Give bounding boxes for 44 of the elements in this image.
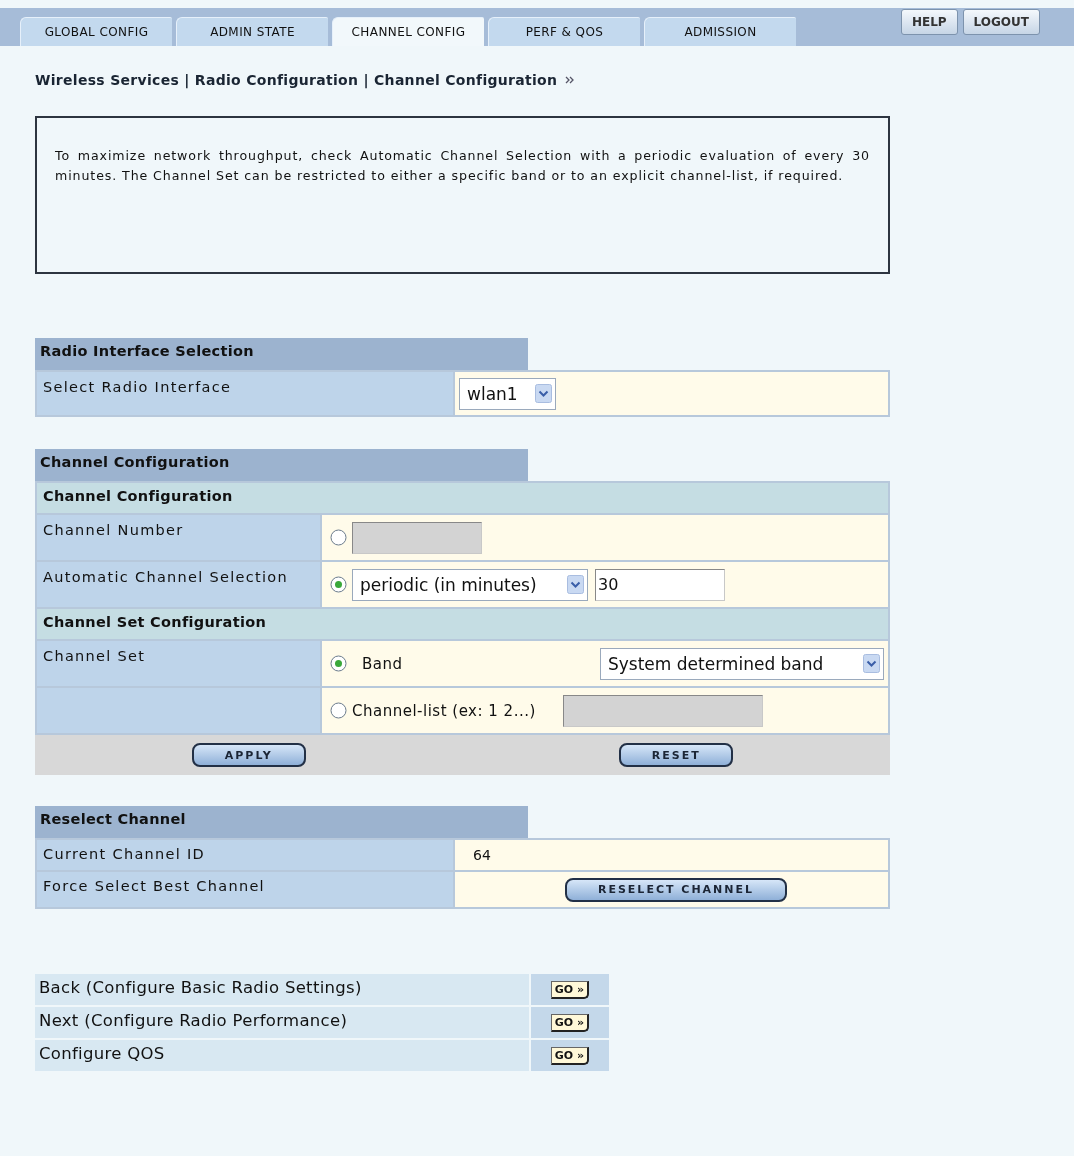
mode-dropdown[interactable]: periodic (in minutes) <box>352 568 588 601</box>
nav-label: Back (Configure Basic Radio Settings) <box>35 974 529 1005</box>
field-label: Current Channel ID <box>37 840 453 870</box>
info-text: To maximize network throughput, check Automatic Channel Selection with a periodic evaluation of every 30 minutes. The Channel Set can be restricted to either a specific band or to an explicit channel-list, if required. <box>55 147 870 185</box>
tab[interactable]: ADMISSION <box>644 17 796 46</box>
field-label: Force Select Best Channel <box>37 872 453 907</box>
radio-button[interactable] <box>330 655 347 672</box>
radio-button[interactable] <box>330 529 347 546</box>
radio-button[interactable] <box>330 702 347 719</box>
header-button[interactable]: LOGOUT <box>962 9 1040 35</box>
field-label: Channel Number <box>37 515 320 560</box>
band-dropdown[interactable]: System determined band <box>600 647 884 680</box>
option-label: Band <box>362 654 403 673</box>
radio-button[interactable] <box>330 576 347 593</box>
nav-label: Configure QOS <box>35 1040 529 1071</box>
section-header: Reselect Channel <box>35 806 528 838</box>
action-button[interactable]: RESET <box>619 743 734 767</box>
tab[interactable]: ADMIN STATE <box>176 17 328 46</box>
field-label: Automatic Channel Selection <box>37 562 320 607</box>
tab[interactable]: CHANNEL CONFIG <box>332 17 484 46</box>
chevron-down-icon <box>535 384 552 403</box>
option-label: Channel-list (ex: 1 2...) <box>352 701 536 720</box>
channel-id-value: 64 <box>473 847 491 863</box>
subsection-header: Channel Set Configuration <box>37 609 888 639</box>
subsection-header: Channel Configuration <box>37 483 888 513</box>
field-label: Channel Set <box>37 641 320 686</box>
section-header: Channel Configuration <box>35 449 528 481</box>
go-button[interactable]: GO » <box>550 1046 590 1065</box>
tab[interactable]: PERF & QOS <box>488 17 640 46</box>
nav-label: Next (Configure Radio Performance) <box>35 1007 529 1038</box>
header-button[interactable]: HELP <box>900 9 958 35</box>
chevron-down-icon <box>863 654 880 673</box>
tab[interactable]: GLOBAL CONFIG <box>20 17 172 46</box>
double-chevron-icon <box>565 76 576 84</box>
interval-field[interactable]: 30 <box>595 568 725 601</box>
chevron-down-icon <box>567 575 584 594</box>
go-button[interactable]: GO » <box>550 980 590 999</box>
action-button[interactable]: APPLY <box>191 743 306 767</box>
section-header: Radio Interface Selection <box>35 338 528 370</box>
reselect-channel-button[interactable]: RESELECT CHANNEL <box>565 877 787 902</box>
field-label: Select Radio Interface <box>37 372 453 415</box>
go-button[interactable]: GO » <box>550 1013 590 1032</box>
interface-dropdown[interactable]: wlan1 <box>459 377 556 410</box>
breadcrumb: Wireless Services | Radio Configuration | Channel Configuration <box>35 72 558 88</box>
